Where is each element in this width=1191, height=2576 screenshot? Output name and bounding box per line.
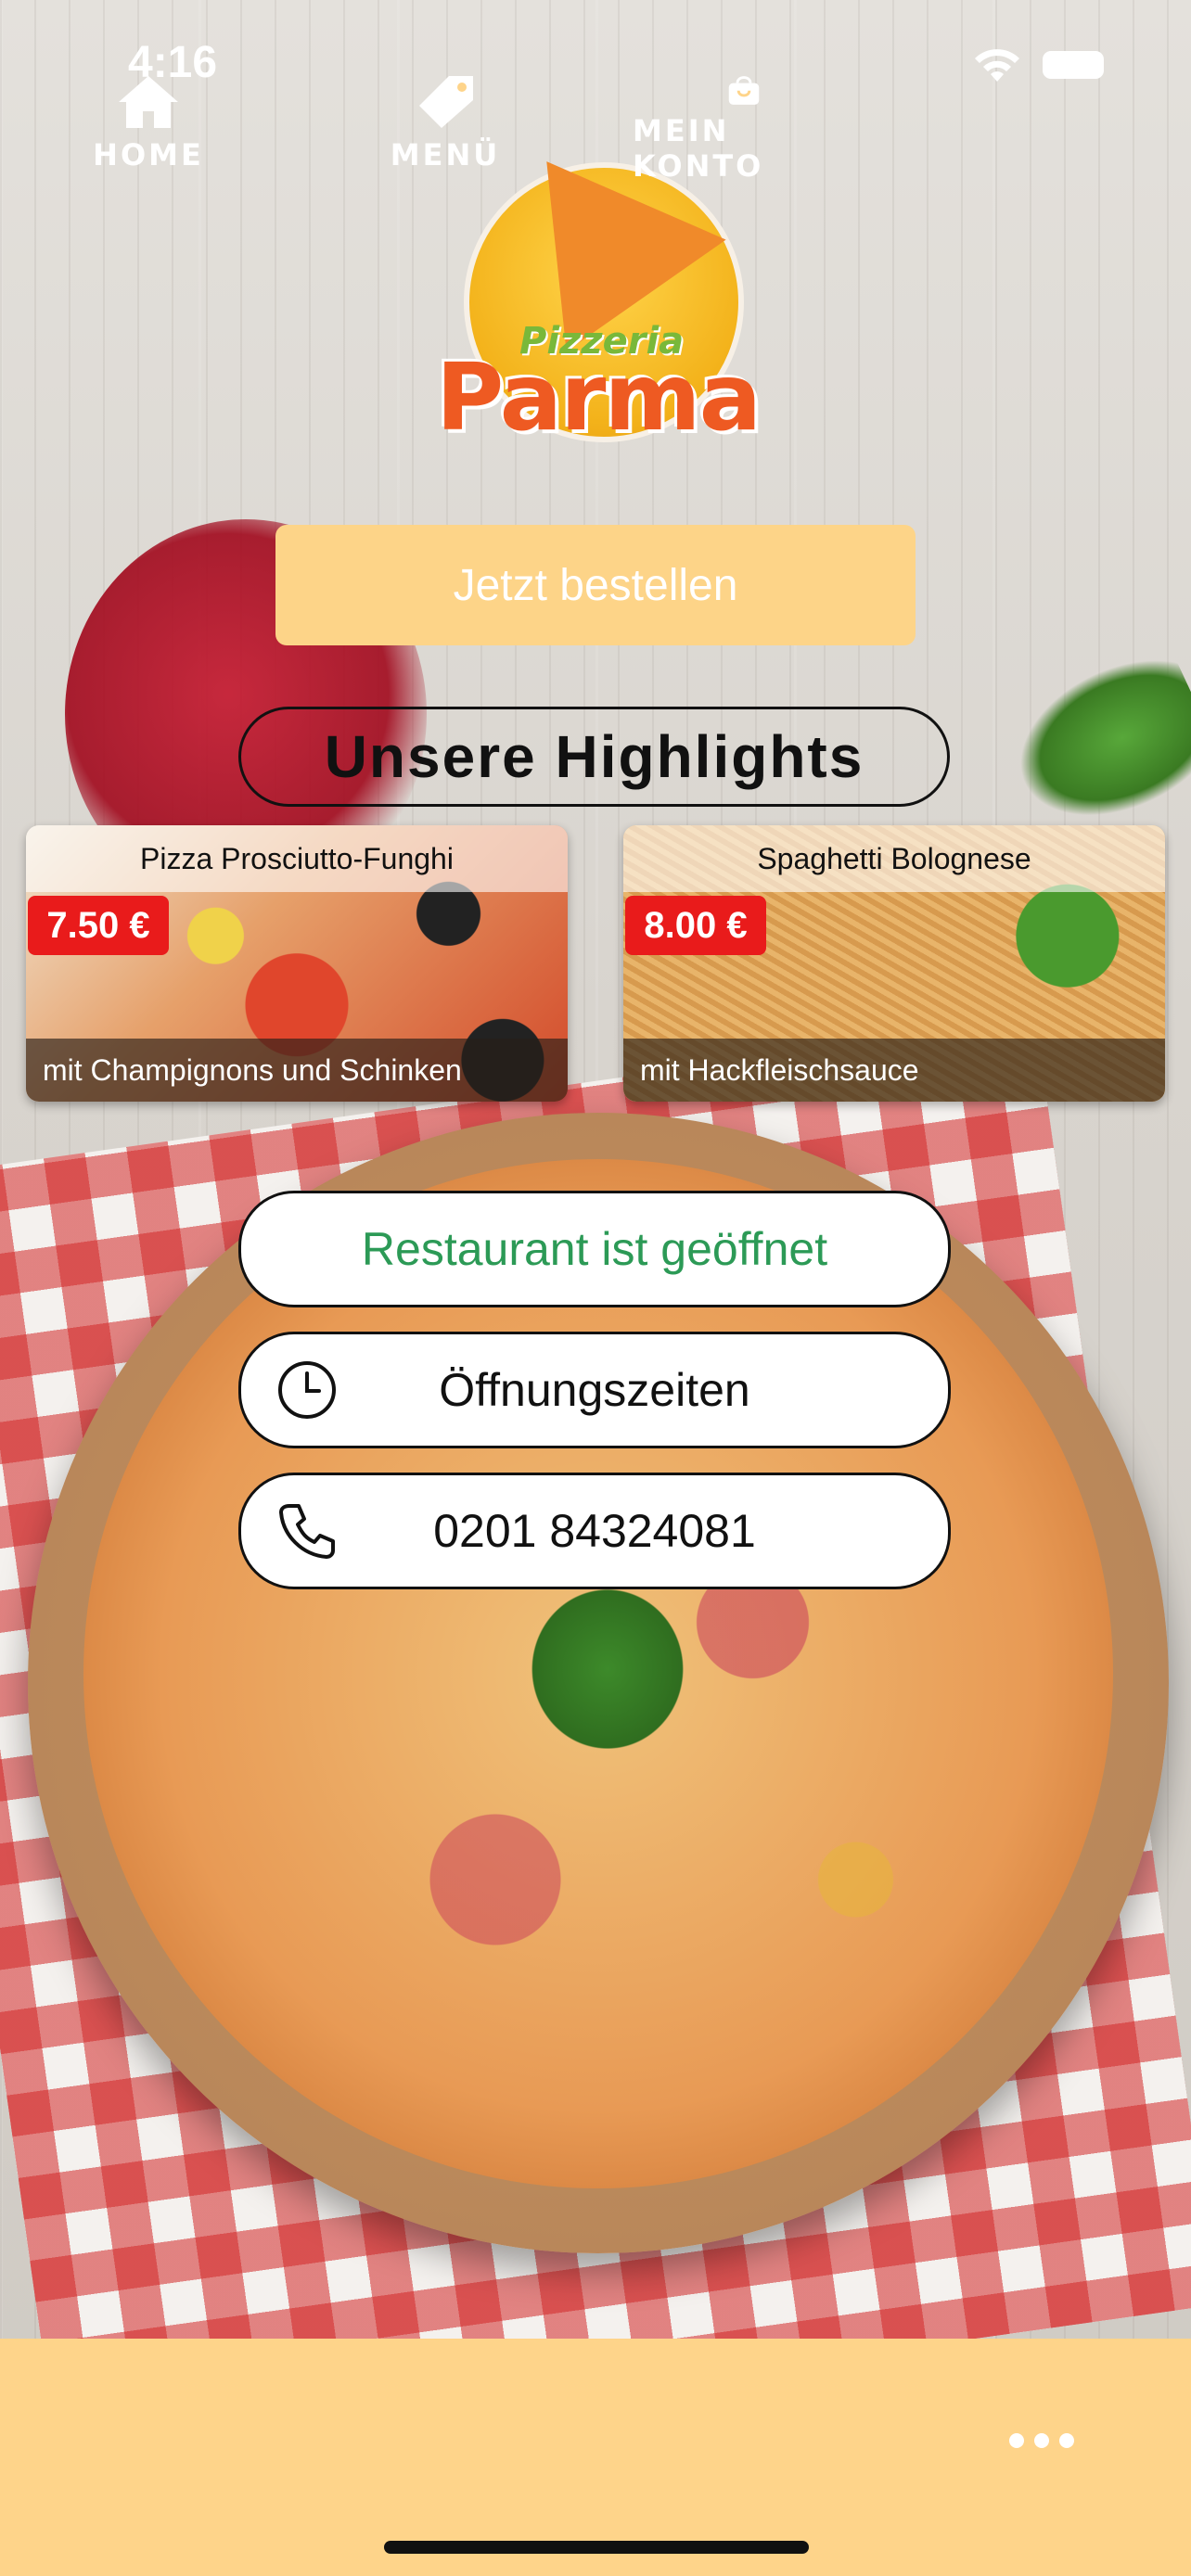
opening-hours-button[interactable]: Öffnungszeiten xyxy=(238,1332,951,1448)
battery-icon xyxy=(1043,51,1104,79)
clock-icon xyxy=(278,1361,336,1419)
highlight-description: mit Hackfleischsauce xyxy=(623,1039,1165,1102)
basil-decoration xyxy=(519,1576,696,1762)
more-icon[interactable] xyxy=(1009,2429,1074,2452)
tab-account[interactable]: MEIN KONTO xyxy=(633,72,855,184)
home-indicator xyxy=(384,2541,809,2554)
more-dot xyxy=(1059,2433,1074,2448)
tab-account-label: MEIN KONTO xyxy=(633,113,764,184)
phone-number: 0201 84324081 xyxy=(433,1505,756,1557)
more-dot xyxy=(1034,2433,1049,2448)
opening-hours-label: Öffnungszeiten xyxy=(439,1364,750,1416)
wifi-icon xyxy=(975,49,1019,82)
open-status-text: Restaurant ist geöffnet xyxy=(361,1223,828,1275)
shopping-bag-icon xyxy=(728,76,760,105)
open-status-pill: Restaurant ist geöffnet xyxy=(238,1191,951,1307)
price-badge: 7.50 € xyxy=(28,896,169,955)
phone-button[interactable]: 0201 84324081 xyxy=(238,1473,951,1589)
tab-home[interactable]: HOME xyxy=(37,72,260,184)
price-badge: 8.00 € xyxy=(625,896,766,955)
highlight-name: Spaghetti Bolognese xyxy=(623,825,1165,892)
order-now-button[interactable]: Jetzt bestellen xyxy=(275,525,916,645)
tab-menu[interactable]: MENÜ xyxy=(334,72,557,184)
more-dot xyxy=(1009,2433,1024,2448)
highlight-card-spaghetti[interactable]: Spaghetti Bolognese 8.00 € mit Hackfleis… xyxy=(623,825,1165,1102)
highlight-card-pizza[interactable]: Pizza Prosciutto-Funghi 7.50 € mit Champ… xyxy=(26,825,568,1102)
logo-text-main: Parma xyxy=(436,343,762,452)
phone-icon xyxy=(279,1504,335,1559)
highlights-title: Unsere Highlights xyxy=(238,707,950,807)
tag-icon xyxy=(419,76,473,128)
highlight-description: mit Champignons und Schinken xyxy=(26,1039,568,1102)
tab-home-label: HOME xyxy=(93,137,204,172)
home-icon xyxy=(119,76,178,128)
tab-menu-label: MENÜ xyxy=(390,137,501,172)
highlight-name: Pizza Prosciutto-Funghi xyxy=(26,825,568,892)
